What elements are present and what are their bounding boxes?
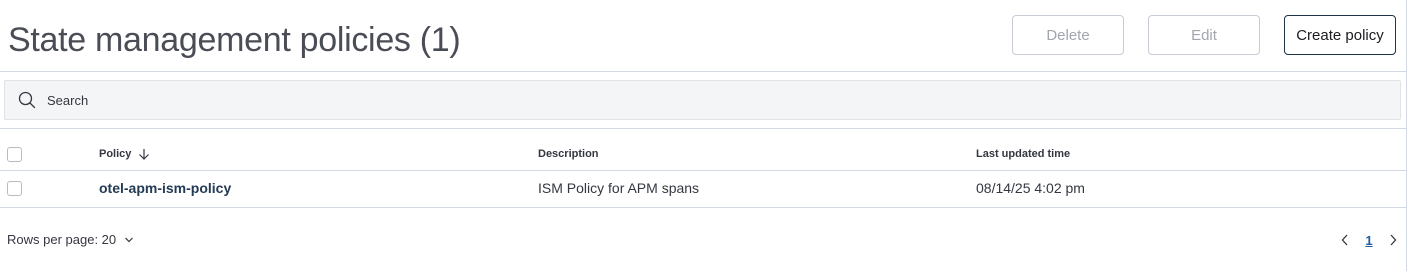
select-all-checkbox[interactable] (7, 147, 22, 162)
column-header-policy-label: Policy (99, 148, 132, 160)
column-header-last-updated[interactable]: Last updated time (976, 148, 1070, 160)
rows-per-page-selector[interactable]: Rows per page: 20 (7, 232, 134, 247)
create-policy-button[interactable]: Create policy (1284, 15, 1396, 55)
row-checkbox[interactable] (7, 181, 22, 196)
search-bar[interactable] (4, 80, 1401, 120)
policy-link[interactable]: otel-apm-ism-policy (99, 180, 231, 196)
next-page-button[interactable] (1386, 230, 1400, 250)
page-header: State management policies (1) Delete Edi… (0, 0, 1406, 72)
search-input[interactable] (47, 92, 1347, 108)
search-icon (17, 90, 37, 110)
table-header-divider (0, 170, 1406, 171)
page-1-link[interactable]: 1 (1362, 230, 1376, 250)
table-top-divider (0, 128, 1406, 129)
policy-last-updated: 08/14/25 4:02 pm (976, 180, 1085, 196)
rows-per-page-label: Rows per page: 20 (7, 232, 117, 247)
page: State management policies (1) Delete Edi… (0, 0, 1407, 271)
chevron-left-icon (1340, 233, 1350, 247)
column-header-description[interactable]: Description (538, 148, 599, 160)
page-title: State management policies (1) (8, 21, 461, 59)
policy-description: ISM Policy for APM spans (538, 180, 700, 196)
previous-page-button[interactable] (1338, 230, 1352, 250)
delete-button[interactable]: Delete (1012, 15, 1124, 55)
column-header-policy[interactable]: Policy (99, 148, 150, 160)
table-bottom-divider (0, 207, 1406, 208)
page-number: 1 (1365, 232, 1373, 248)
arrow-down-icon (138, 148, 150, 160)
chevron-down-icon (124, 235, 134, 245)
chevron-right-icon (1388, 233, 1398, 247)
edit-button[interactable]: Edit (1148, 15, 1260, 55)
